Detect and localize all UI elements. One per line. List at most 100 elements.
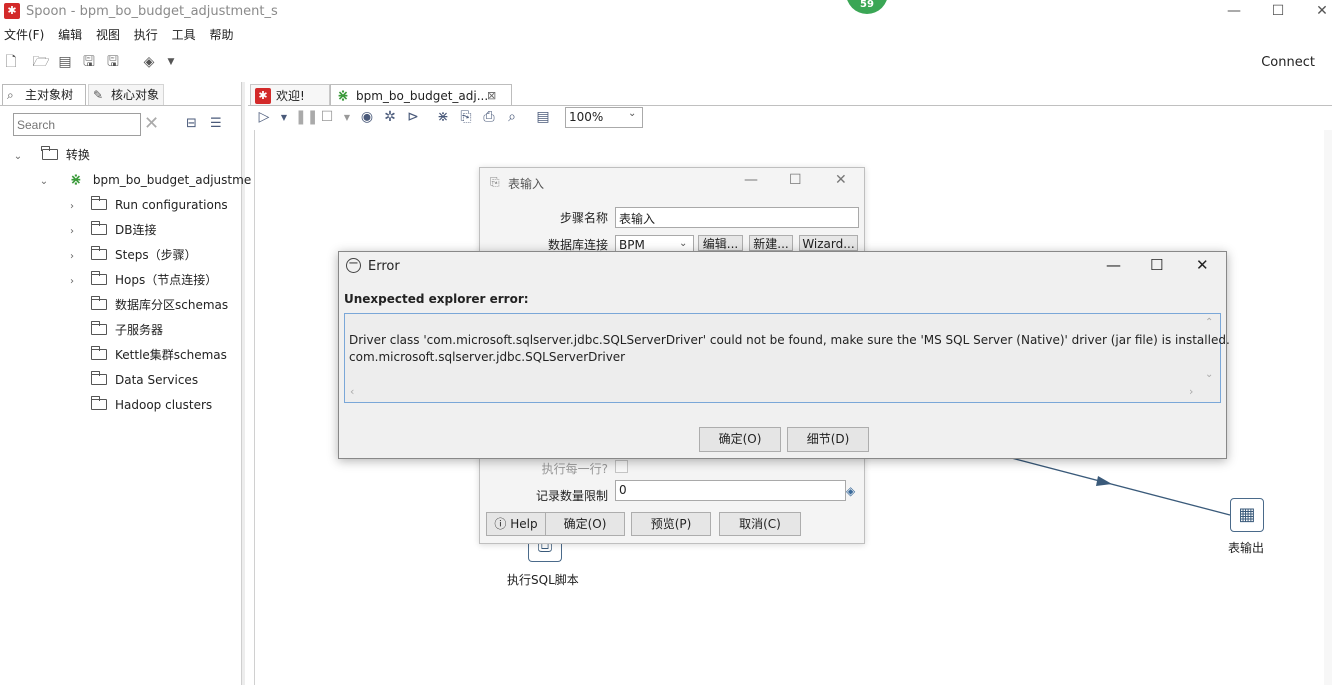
tree-node-transformations[interactable]: ⌄ 转换	[12, 144, 90, 166]
save-as-icon[interactable]: 🖫	[104, 54, 122, 71]
divider	[0, 105, 241, 106]
save-icon[interactable]: 🖫	[80, 54, 98, 71]
stop-dropdown-icon[interactable]: ▼	[338, 109, 356, 126]
vertical-scrollbar[interactable]	[1324, 130, 1332, 685]
table-output-step-icon[interactable]: ▦	[1230, 498, 1264, 532]
step-name-field[interactable]: 表输入	[615, 207, 859, 228]
tree-item-slave-servers[interactable]: 子服务器	[90, 319, 163, 341]
tree-item-data-services[interactable]: Data Services	[90, 369, 198, 391]
explore-repository-icon[interactable]: ▤	[56, 54, 74, 71]
tab-main-object-tree[interactable]: ⌕ 主对象树	[2, 84, 86, 105]
verify-icon[interactable]: ⋇	[434, 109, 452, 126]
close-button[interactable]: ✕	[835, 172, 847, 188]
tree-item-cluster-schemas[interactable]: Kettle集群schemas	[90, 344, 227, 366]
execute-each-row-checkbox[interactable]	[615, 460, 628, 473]
new-file-icon[interactable]: 🗋	[2, 54, 20, 71]
chevron-down-icon[interactable]: ⌄	[12, 146, 24, 168]
tab-core-objects[interactable]: ✎ 核心对象	[88, 84, 164, 105]
limit-field[interactable]: 0	[615, 480, 846, 501]
show-results-icon[interactable]: ▤	[534, 109, 552, 126]
divider	[248, 105, 1332, 106]
error-message-line: Driver class 'com.microsoft.sqlserver.jd…	[349, 333, 1230, 347]
search-input[interactable]	[13, 113, 141, 136]
error-heading: Unexpected explorer error:	[344, 292, 529, 306]
menu-tools[interactable]: 工具	[168, 26, 202, 44]
dialog-title: 表输入	[508, 177, 545, 191]
layers-icon[interactable]: ◈	[140, 54, 158, 71]
variable-icon[interactable]: ◈	[846, 484, 855, 498]
folder-icon	[90, 246, 107, 260]
tab-label: 欢迎!	[276, 89, 305, 103]
replay-icon[interactable]: ⊳	[404, 109, 422, 126]
ok-button[interactable]: 确定(O)	[545, 512, 625, 536]
wizard-button[interactable]: Wizard...	[799, 235, 858, 251]
preview-button[interactable]: 预览(P)	[631, 512, 711, 536]
hop-arrow[interactable]	[1000, 455, 1240, 525]
edit-connection-button[interactable]: 编辑...	[698, 235, 743, 251]
tree-item-hops[interactable]: › Hops（节点连接）	[66, 269, 217, 291]
minimize-button[interactable]: —	[1214, 0, 1254, 22]
sql-icon[interactable]: ⎙	[480, 109, 498, 126]
scroll-down-icon[interactable]: ⌄	[1205, 369, 1213, 380]
table-input-icon: ⎘	[490, 175, 500, 189]
minimize-button[interactable]: —	[744, 172, 758, 188]
tree-item-db-connections[interactable]: › DB连接	[66, 219, 156, 241]
folder-icon	[90, 346, 107, 360]
error-dialog-title: Error	[368, 259, 400, 274]
maximize-button[interactable]: ☐	[1150, 256, 1163, 274]
cancel-button[interactable]: 取消(C)	[719, 512, 801, 536]
open-file-icon[interactable]: 🗁	[32, 54, 50, 71]
layers-dropdown-icon[interactable]: ▼	[162, 54, 180, 71]
scroll-up-icon[interactable]: ⌃	[1205, 317, 1213, 328]
tree-item-steps[interactable]: › Steps（步骤）	[66, 244, 197, 266]
error-ok-button[interactable]: 确定(O)	[699, 427, 781, 452]
tree-item-run-configurations[interactable]: › Run configurations	[66, 194, 228, 216]
folder-icon	[90, 221, 107, 235]
maximize-button[interactable]: ☐	[789, 172, 802, 188]
spoon-app-icon: ✱	[4, 3, 20, 19]
expand-all-icon[interactable]: ☰	[210, 116, 222, 131]
clear-search-icon[interactable]: ✕	[144, 113, 159, 135]
tree-item-hadoop-clusters[interactable]: Hadoop clusters	[90, 394, 212, 416]
close-tab-icon[interactable]: ⊠	[487, 85, 496, 107]
help-button[interactable]: ⓘ Help	[486, 512, 546, 536]
menu-view[interactable]: 视图	[92, 26, 126, 44]
run-icon[interactable]: ▷	[255, 109, 273, 126]
tab-welcome[interactable]: ✱ 欢迎!	[250, 84, 330, 106]
table-output-step-label: 表输出	[1228, 541, 1265, 555]
chevron-down-icon[interactable]: ⌄	[628, 108, 636, 119]
menu-file[interactable]: 文件(F)	[0, 26, 50, 44]
preview-icon[interactable]: ◉	[358, 109, 376, 126]
debug-icon[interactable]: ✲	[381, 109, 399, 126]
run-dropdown-icon[interactable]: ▼	[275, 109, 293, 126]
tree-node-label: bpm_bo_budget_adjustme	[92, 173, 252, 187]
close-button[interactable]: ✕	[1302, 0, 1332, 22]
error-message-line: com.microsoft.sqlserver.jdbc.SQLServerDr…	[349, 350, 626, 364]
minimize-button[interactable]: —	[1106, 256, 1121, 274]
menu-help[interactable]: 帮助	[205, 26, 239, 44]
impact-icon[interactable]: ⎘	[457, 109, 475, 126]
explore-db-icon[interactable]: ⌕	[503, 109, 521, 126]
scroll-right-icon[interactable]: ›	[1189, 385, 1193, 398]
chevron-right-icon[interactable]: ›	[66, 246, 78, 268]
tab-transformation[interactable]: ⋇ bpm_bo_budget_adj... ⊠	[330, 84, 512, 106]
menu-edit[interactable]: 编辑	[54, 26, 88, 44]
chevron-right-icon[interactable]: ›	[66, 196, 78, 218]
transformation-icon: ⋇	[337, 88, 349, 104]
chevron-right-icon[interactable]: ›	[66, 221, 78, 243]
pause-icon[interactable]: ❚❚	[295, 109, 318, 126]
tree-node-transformation[interactable]: ⌄ ⋇ bpm_bo_budget_adjustme	[38, 169, 251, 191]
collapse-all-icon[interactable]: ⊟	[186, 116, 197, 131]
tree-item-partition-schemas[interactable]: 数据库分区schemas	[90, 294, 228, 316]
menu-run[interactable]: 执行	[130, 26, 164, 44]
new-connection-button[interactable]: 新建...	[749, 235, 793, 251]
scroll-left-icon[interactable]: ‹	[350, 385, 354, 398]
close-button[interactable]: ✕	[1196, 256, 1209, 274]
chevron-right-icon[interactable]: ›	[66, 271, 78, 293]
chevron-down-icon[interactable]: ⌄	[38, 171, 50, 193]
error-details-button[interactable]: 细节(D)	[787, 427, 869, 452]
connect-button[interactable]: Connect	[1261, 55, 1315, 70]
folder-icon	[90, 321, 107, 335]
maximize-button[interactable]: ☐	[1258, 0, 1298, 22]
stop-icon[interactable]: ☐	[318, 109, 336, 126]
